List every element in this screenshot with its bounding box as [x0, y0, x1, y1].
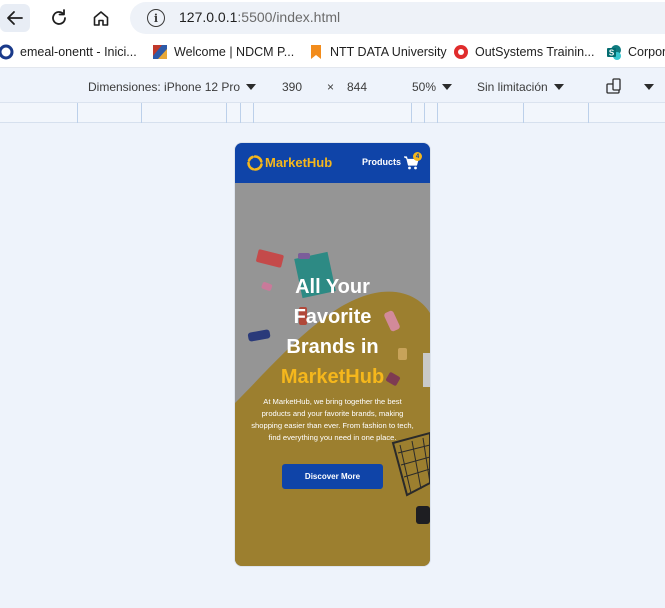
bookmark-emeal[interactable]: emeal-onentt - Inici...: [0, 44, 137, 60]
bookmark-sharepoint[interactable]: S Corpor: [606, 44, 665, 60]
back-button[interactable]: [0, 4, 30, 32]
throttle-label: Sin limitación: [477, 80, 548, 94]
ruler-mark[interactable]: [253, 103, 254, 123]
nav-products-link[interactable]: Products: [362, 157, 401, 167]
bookmark-icon: [311, 45, 321, 59]
ruler-mark[interactable]: [141, 103, 142, 123]
reload-button[interactable]: [44, 4, 74, 32]
hero-title-line: Brands in: [286, 336, 379, 358]
caret-down-icon: [246, 84, 257, 90]
bookmark-ndcm[interactable]: Welcome | NDCM P...: [152, 44, 294, 60]
device-selector[interactable]: Dimensiones: iPhone 12 Pro: [88, 80, 257, 94]
device-toolbar: Dimensiones: iPhone 12 Pro 390 × 844 50%…: [0, 69, 665, 103]
bookmark-label: NTT DATA University: [330, 45, 447, 59]
hero-section: All Your Favorite Brands in MarketHub At…: [235, 183, 430, 566]
bookmark-ntt[interactable]: NTT DATA University: [308, 44, 447, 60]
sharepoint-icon: S: [607, 45, 621, 60]
ruler-mark[interactable]: [411, 103, 412, 123]
browser-toolbar: i 127.0.0.1:5500/index.html: [0, 0, 665, 36]
logo-icon[interactable]: [247, 155, 263, 171]
ruler-mark[interactable]: [523, 103, 524, 123]
home-button[interactable]: [86, 4, 116, 32]
device-label: Dimensiones: iPhone 12 Pro: [88, 80, 241, 94]
ruler-mark[interactable]: [424, 103, 425, 123]
ruler-mark[interactable]: [226, 103, 227, 123]
outsystems-icon: [454, 45, 468, 59]
site-info-icon[interactable]: i: [147, 9, 165, 27]
hero-title-highlight: MarketHub: [280, 366, 385, 388]
ring-icon: [0, 44, 14, 60]
dimension-separator: ×: [327, 80, 335, 94]
cart-count-badge: 4: [413, 152, 422, 161]
product-item-shape: [298, 253, 310, 259]
url-host: 127.0.0.1: [179, 9, 238, 25]
site-header: MarketHub Products 4: [235, 143, 430, 183]
svg-text:S: S: [609, 49, 615, 58]
width-input[interactable]: 390: [282, 80, 302, 94]
product-package-shape: [256, 249, 284, 268]
caret-down-icon: [442, 84, 453, 90]
ruler-mark[interactable]: [240, 103, 241, 123]
hero-title-line: All Your: [295, 276, 370, 298]
zoom-selector[interactable]: 50%: [412, 80, 453, 94]
ruler-mark[interactable]: [437, 103, 438, 123]
bookmark-label: Welcome | NDCM P...: [174, 45, 295, 59]
bookmark-label: Corpor: [628, 45, 665, 59]
caret-down-icon: [553, 84, 564, 90]
arrow-left-icon: [7, 11, 23, 25]
bookmarks-bar: emeal-onentt - Inici... Welcome | NDCM P…: [0, 36, 665, 68]
url-path: :5500/index.html: [237, 9, 341, 25]
discover-more-button[interactable]: Discover More: [282, 464, 383, 489]
home-icon: [93, 11, 109, 26]
address-bar[interactable]: i 127.0.0.1:5500/index.html: [130, 2, 665, 34]
rotate-device-icon: [606, 78, 621, 94]
brand-name[interactable]: MarketHub: [265, 155, 332, 170]
ruler-mark[interactable]: [588, 103, 589, 123]
media-query-ruler: [0, 103, 665, 123]
device-viewport: MarketHub Products 4 All Your Favorite B…: [235, 143, 430, 566]
height-input[interactable]: 844: [347, 80, 367, 94]
hero-description: At MarketHub, we bring together the best…: [251, 397, 414, 442]
bookmark-label: OutSystems Trainin...: [475, 45, 595, 59]
caret-down-icon: [644, 84, 654, 90]
hero-title-line: Favorite: [293, 306, 372, 328]
product-item-shape: [416, 506, 430, 524]
reload-icon: [52, 9, 66, 25]
more-options-button[interactable]: [644, 80, 654, 94]
url-text[interactable]: 127.0.0.1:5500/index.html: [179, 9, 340, 25]
throttle-selector[interactable]: Sin limitación: [477, 80, 564, 94]
hero-title: All Your Favorite Brands in MarketHub: [235, 272, 430, 392]
ndcm-icon: [153, 45, 167, 59]
ruler-mark[interactable]: [77, 103, 78, 123]
bookmark-outsystems[interactable]: OutSystems Trainin...: [453, 44, 594, 60]
bookmark-label: emeal-onentt - Inici...: [20, 45, 137, 59]
zoom-label: 50%: [412, 80, 437, 94]
rotate-button[interactable]: [606, 78, 624, 97]
